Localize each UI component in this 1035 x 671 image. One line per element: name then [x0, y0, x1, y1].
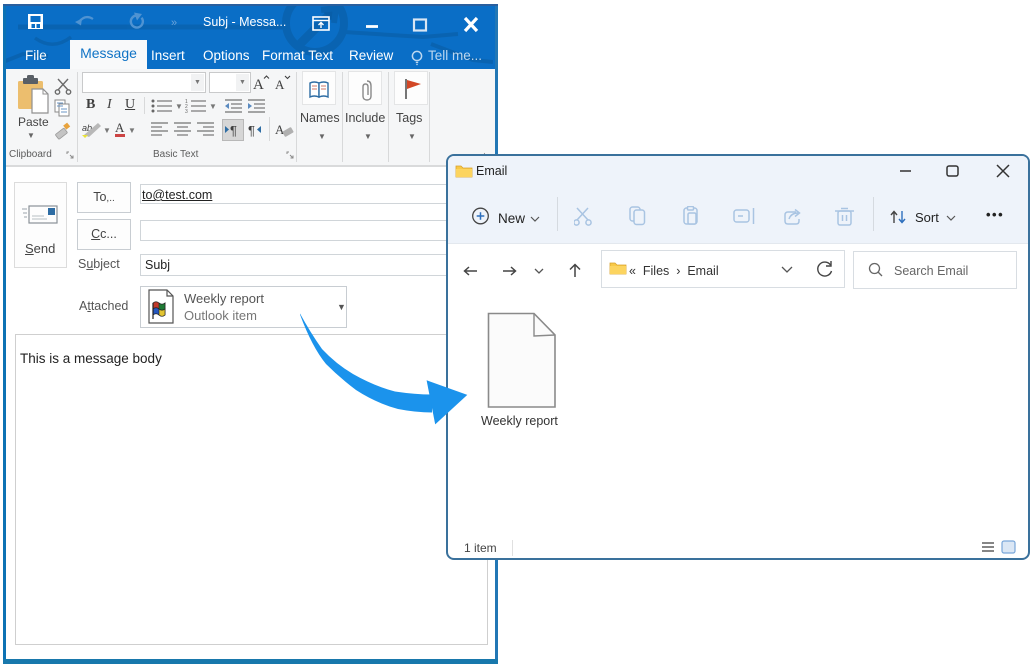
- svg-text:¶: ¶: [248, 123, 255, 138]
- svg-text:▼: ▼: [103, 126, 111, 135]
- svg-text:A: A: [253, 77, 264, 93]
- svg-text:»: »: [171, 17, 177, 29]
- svg-text:A: A: [115, 121, 125, 135]
- svg-text:A: A: [275, 77, 285, 92]
- svg-text:¶: ¶: [230, 123, 237, 138]
- svg-text:▼: ▼: [175, 102, 183, 111]
- svg-text:A: A: [275, 122, 285, 137]
- svg-text:▼: ▼: [209, 102, 217, 111]
- svg-text:▼: ▼: [128, 126, 136, 135]
- svg-text:3: 3: [185, 109, 188, 115]
